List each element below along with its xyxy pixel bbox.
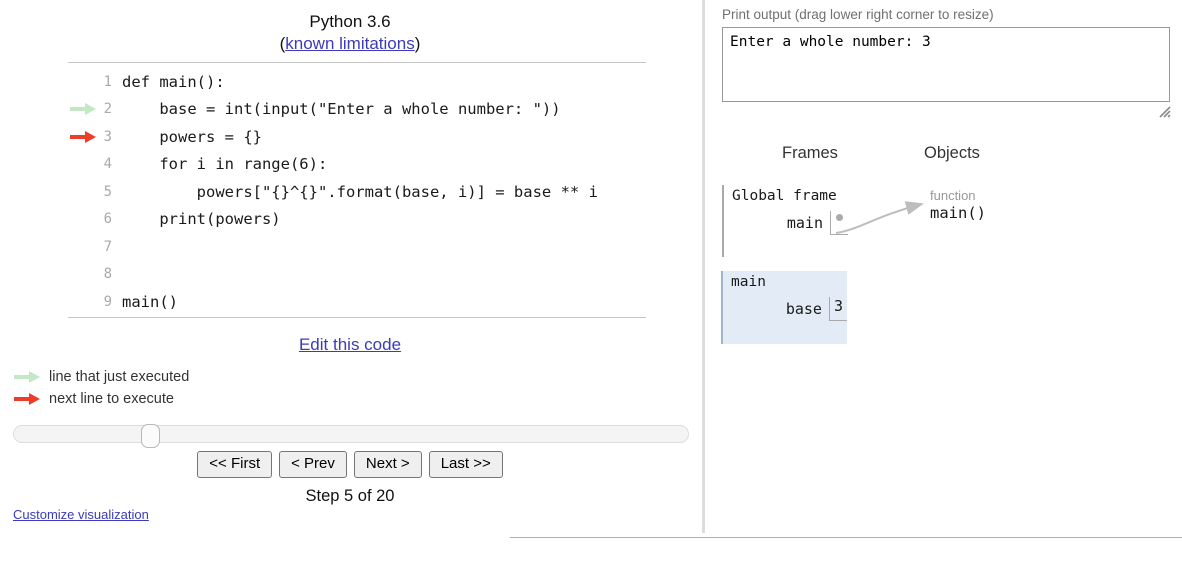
code-line-text [122, 261, 690, 289]
code-line-number: 9 [103, 293, 112, 310]
edit-this-code: Edit this code [0, 335, 700, 355]
code-line-text: powers["{}^{}".format(base, i)] = base *… [122, 182, 598, 201]
code-line-row: 4 for i in range(6): [0, 151, 690, 179]
objects-column-header: Objects [924, 144, 980, 162]
code-line-number: 4 [103, 156, 112, 173]
legend-row-next: next line to execute [14, 389, 189, 409]
code-line-arrow-cell [0, 96, 100, 124]
legend-label-next: next line to execute [49, 391, 174, 407]
prev-button[interactable]: < Prev [279, 451, 347, 478]
legend-row-executed: line that just executed [14, 367, 189, 387]
local-var-row: base 3 [723, 297, 847, 321]
code-line-arrow-cell-empty [0, 206, 100, 234]
code-line-arrow-cell-empty [0, 288, 100, 316]
code-line-text: powers = {} [122, 127, 262, 146]
code-line-row: 3 powers = {} [0, 123, 690, 151]
code-line-text: def main(): [122, 72, 225, 91]
known-limitations-line: (known limitations) [0, 33, 700, 55]
known-limitations-link[interactable]: known limitations [285, 34, 414, 53]
code-line-text: main() [122, 292, 178, 311]
code-line-row: 5 powers["{}^{}".format(base, i)] = base… [0, 178, 690, 206]
python-tutor-visualizer: Python 3.6 (known limitations) 1 def main… [0, 0, 1182, 565]
navigation-buttons: << First < Prev Next > Last >> [0, 451, 700, 478]
code-line-row: 2 base = int(input("Enter a whole number… [0, 96, 690, 124]
code-bottom-rule [68, 317, 646, 318]
step-slider[interactable] [13, 424, 689, 448]
code-line-row: 7 [0, 233, 690, 261]
code-line-number: 5 [103, 183, 112, 200]
red-arrow-icon [14, 393, 40, 405]
edit-this-code-link[interactable]: Edit this code [299, 335, 401, 354]
code-line-number: 8 [103, 266, 112, 283]
paren-close: ) [414, 34, 421, 53]
slider-track[interactable] [13, 425, 689, 443]
code-line-row: 1 def main(): [0, 68, 690, 96]
code-line-text: base = int(input("Enter a whole number: … [122, 100, 561, 119]
code-line-row: 8 [0, 261, 690, 289]
customize-visualization-link[interactable]: Customize visualization [13, 507, 149, 522]
local-var-name: base [785, 300, 822, 318]
global-var-name: main [786, 214, 823, 232]
step-counter: Step 5 of 20 [305, 487, 395, 505]
code-line-number: 1 [103, 73, 112, 90]
code-line-row: 6 print(powers) [0, 206, 690, 234]
execution-legend: line that just executed next line to exe… [14, 367, 189, 411]
next-button[interactable]: Next > [353, 451, 422, 478]
local-frame-title: main [731, 274, 766, 290]
code-line-arrow-cell-empty [0, 178, 100, 206]
code-line-number: 6 [103, 211, 112, 228]
first-button[interactable]: << First [197, 451, 273, 478]
code-line-number: 7 [103, 238, 112, 255]
local-frame-main: main base 3 [721, 271, 847, 344]
code-line-arrow-cell-empty [0, 261, 100, 289]
pointer-connector-arrow [835, 201, 924, 234]
green-arrow-icon [14, 371, 40, 383]
code-line-row: 9 main() [0, 288, 690, 316]
code-line-arrow-cell-empty [0, 151, 100, 179]
print-output-textarea[interactable]: Enter a whole number: 3 [722, 27, 1170, 102]
slider-handle[interactable] [141, 424, 160, 448]
green-execution-arrow-icon [70, 103, 96, 116]
code-line-text [122, 233, 690, 261]
code-listing: 1 def main(): 2 base = int(input("Enter a … [0, 68, 690, 316]
code-line-arrow-cell-empty [0, 233, 100, 261]
code-line-arrow-cell [0, 123, 100, 151]
code-line-text: print(powers) [122, 210, 281, 229]
code-pane: Python 3.6 (known limitations) 1 def main… [0, 0, 702, 565]
frames-column-header: Frames [782, 144, 838, 162]
code-line-arrow-cell-empty [0, 68, 100, 96]
local-var-value: 3 [828, 297, 847, 321]
legend-label-executed: line that just executed [49, 369, 190, 385]
red-execution-arrow-icon [70, 130, 96, 143]
resize-grip-icon[interactable] [1157, 104, 1171, 118]
last-button[interactable]: Last >> [428, 451, 503, 478]
python-version-title: Python 3.6 [309, 12, 391, 31]
print-output-label: Print output (drag lower right corner to… [722, 7, 994, 22]
code-top-rule [68, 62, 646, 63]
code-line-number: 3 [103, 128, 112, 145]
code-line-text: for i in range(6): [122, 155, 328, 174]
code-line-number: 2 [103, 101, 112, 118]
customize-visualization: Customize visualization [13, 507, 149, 522]
